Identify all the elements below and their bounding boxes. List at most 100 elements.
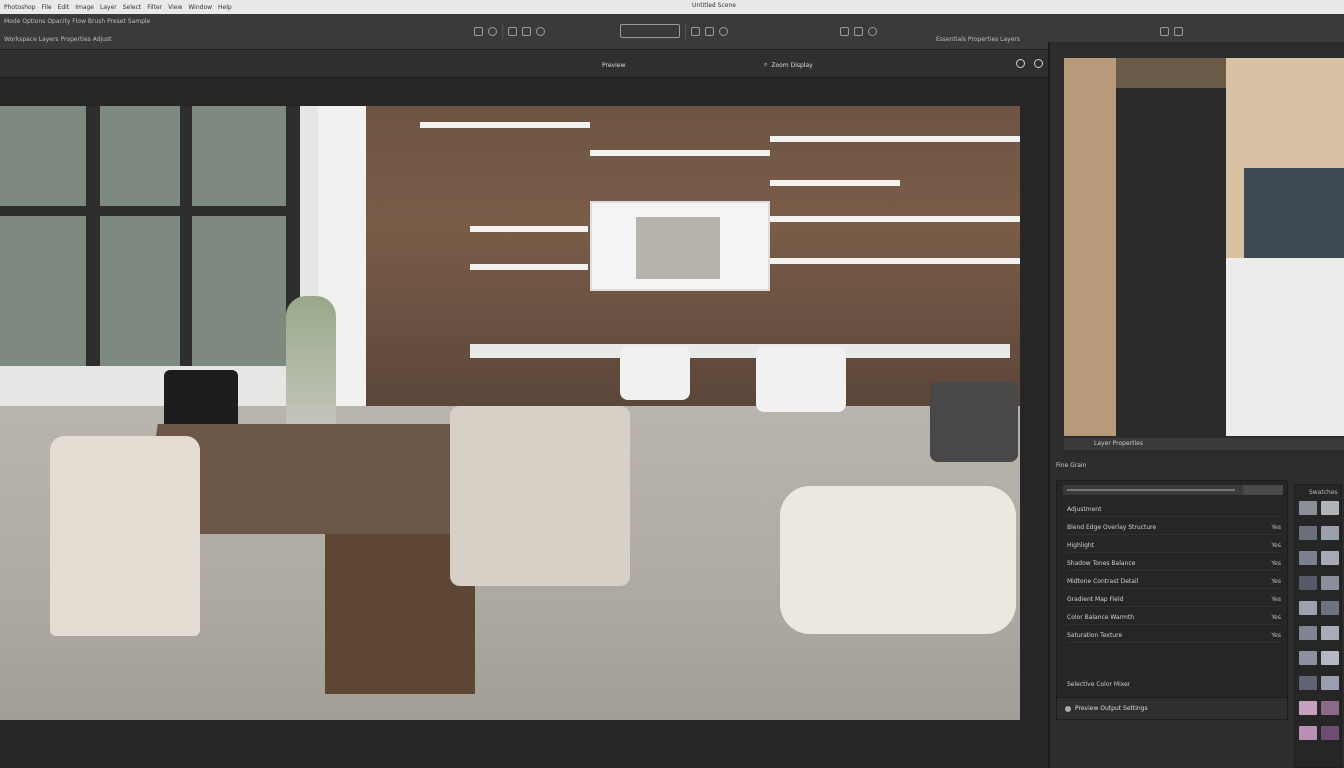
- document-header: Preview ⌕ Zoom Display: [0, 50, 1048, 78]
- menu-item-window[interactable]: Window: [188, 4, 212, 11]
- scene-window-frame: [180, 106, 192, 366]
- color-swatch[interactable]: [1321, 551, 1339, 565]
- scene-plant: [286, 296, 336, 436]
- zoom-label: Zoom Display: [771, 61, 813, 69]
- scene-dining-chair: [450, 406, 630, 586]
- menu-item-help[interactable]: Help: [218, 4, 232, 11]
- color-swatch[interactable]: [1321, 601, 1339, 615]
- zoom-display[interactable]: ⌕ Zoom Display: [764, 61, 813, 69]
- panel-footer[interactable]: Preview Output Settings: [1057, 697, 1287, 719]
- color-swatch[interactable]: [1299, 726, 1317, 740]
- color-swatch[interactable]: [1299, 701, 1317, 715]
- select-tool-icon[interactable]: [522, 26, 531, 36]
- opacity-slider[interactable]: [1063, 485, 1283, 495]
- eyedropper-tool-icon[interactable]: [536, 26, 545, 36]
- list-item-label: Shadow Tones Balance: [1067, 560, 1136, 567]
- layout-icon[interactable]: [854, 26, 863, 36]
- list-item[interactable]: Saturation Texture Yes: [1067, 629, 1281, 643]
- swatches-panel: Swatches: [1294, 484, 1342, 768]
- preview-region: [1116, 88, 1226, 436]
- list-item[interactable]: Blend Edge Overlay Structure Yes: [1067, 521, 1281, 535]
- document-tab[interactable]: Preview: [602, 62, 625, 69]
- color-swatch[interactable]: [1299, 651, 1317, 665]
- scene-black-chair: [164, 370, 238, 430]
- scene-window-frame: [0, 206, 300, 216]
- grid-icon[interactable]: [840, 26, 849, 36]
- toolbar-right-text: Essentials Properties Layers: [936, 36, 1021, 43]
- scene-office-chair: [756, 346, 846, 412]
- list-item[interactable]: Midtone Contrast Detail Yes: [1067, 575, 1281, 589]
- scene-monitor: [590, 201, 770, 291]
- color-swatch[interactable]: [1321, 676, 1339, 690]
- color-swatch[interactable]: [1299, 551, 1317, 565]
- scene-shelf: [770, 136, 1020, 142]
- preset-dropdown-icon[interactable]: [620, 24, 680, 38]
- menu-item-layer[interactable]: Layer: [100, 4, 117, 11]
- workspace-icon[interactable]: [1174, 26, 1183, 36]
- canvas-image[interactable]: [0, 106, 1020, 720]
- mixer-label: Selective Color Mixer: [1067, 681, 1131, 688]
- color-swatch[interactable]: [1321, 701, 1339, 715]
- document-canvas-area[interactable]: [0, 78, 1048, 768]
- tool-group-right: [840, 20, 877, 42]
- scene-rug: [780, 486, 1016, 634]
- toolbar-separator: [685, 23, 686, 39]
- preview-region: [1244, 168, 1344, 258]
- scene-office-chair: [620, 346, 690, 400]
- tool-group-far-right: [1160, 20, 1183, 42]
- color-swatch[interactable]: [1321, 651, 1339, 665]
- color-swatch[interactable]: [1299, 526, 1317, 540]
- list-item-label: Saturation Texture: [1067, 632, 1123, 639]
- color-swatch[interactable]: [1321, 501, 1339, 515]
- move-tool-icon[interactable]: [474, 26, 483, 36]
- slider-value-button[interactable]: [1243, 485, 1283, 495]
- color-swatch[interactable]: [1299, 576, 1317, 590]
- slider-track[interactable]: [1067, 489, 1235, 491]
- list-item-label: Highlight: [1067, 542, 1095, 549]
- window-title: Untitled Scene: [692, 2, 736, 9]
- menu-item-filter[interactable]: Filter: [147, 4, 162, 11]
- section-label: Fine Grain: [1056, 462, 1087, 469]
- color-swatch[interactable]: [1299, 626, 1317, 640]
- list-item[interactable]: Color Balance Warmth Yes: [1067, 611, 1281, 625]
- navigator-preview[interactable]: [1064, 58, 1344, 436]
- color-swatch[interactable]: [1321, 576, 1339, 590]
- color-swatch[interactable]: [1299, 601, 1317, 615]
- menu-item-select[interactable]: Select: [123, 4, 142, 11]
- list-item-value: Yes: [1271, 596, 1281, 603]
- list-item-value: Yes: [1271, 614, 1281, 621]
- list-item-label: Blend Edge Overlay Structure: [1067, 524, 1157, 531]
- menu-item-view[interactable]: View: [168, 4, 182, 11]
- menu-item-image[interactable]: Image: [75, 4, 94, 11]
- align-icon[interactable]: [691, 26, 700, 36]
- gear-icon[interactable]: [719, 26, 728, 36]
- list-item[interactable]: Highlight Yes: [1067, 539, 1281, 553]
- right-panel: Layer Properties Fine Grain Adjustment B…: [1048, 42, 1344, 768]
- app-window: Photoshop File Edit Image Layer Select F…: [0, 0, 1344, 768]
- menu-item-edit[interactable]: Edit: [58, 4, 70, 11]
- color-swatch[interactable]: [1321, 626, 1339, 640]
- panel-title[interactable]: Layer Properties: [1064, 438, 1344, 450]
- color-swatch[interactable]: [1299, 676, 1317, 690]
- color-swatch[interactable]: [1321, 726, 1339, 740]
- search-icon[interactable]: [1160, 26, 1169, 36]
- scene-window: [0, 106, 300, 366]
- zoom-icon: ⌕: [764, 61, 768, 68]
- share-icon[interactable]: [868, 26, 877, 36]
- toggle-view-icon[interactable]: [1034, 59, 1043, 68]
- scene-shelf: [770, 180, 900, 186]
- list-item[interactable]: Adjustment: [1067, 503, 1281, 517]
- color-swatch[interactable]: [1299, 501, 1317, 515]
- list-item[interactable]: Gradient Map Field Yes: [1067, 593, 1281, 607]
- distribute-icon[interactable]: [705, 26, 714, 36]
- crop-tool-icon[interactable]: [508, 26, 517, 36]
- list-item[interactable]: Shadow Tones Balance Yes: [1067, 557, 1281, 571]
- scene-monitor-screen: [636, 217, 720, 279]
- rotate-view-icon[interactable]: [1016, 59, 1025, 68]
- radio-icon[interactable]: [1065, 705, 1071, 712]
- color-swatch[interactable]: [1321, 526, 1339, 540]
- footer-label: Preview Output Settings: [1075, 704, 1148, 712]
- menu-item-file[interactable]: File: [42, 4, 52, 11]
- menu-item-app[interactable]: Photoshop: [4, 4, 36, 11]
- brush-tool-icon[interactable]: [488, 26, 497, 36]
